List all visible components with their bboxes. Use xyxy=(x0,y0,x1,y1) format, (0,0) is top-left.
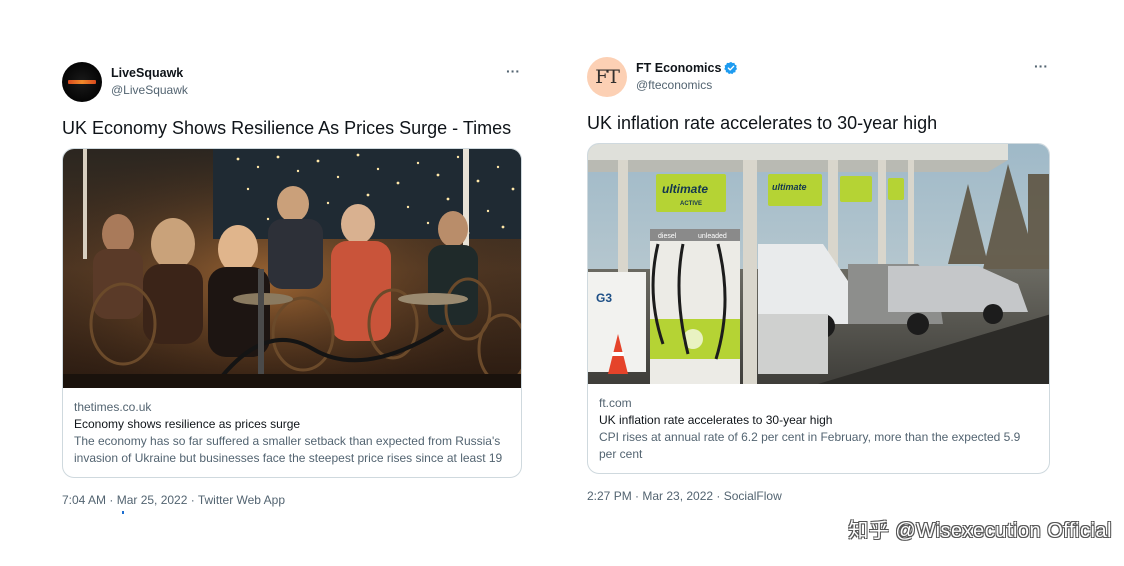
tweet-fteconomics[interactable]: FT FT Economics @fteconomics ··· UK infl… xyxy=(587,57,1050,504)
verified-badge-icon xyxy=(724,61,738,75)
tweet-timestamp[interactable]: 7:04 AM · Mar 25, 2022 · Twitter Web App xyxy=(62,492,522,508)
ft-logo-text: FT xyxy=(595,66,620,88)
petrol-station-photo: ultimate ACTIVE ultimate diesel unleaded xyxy=(588,144,1049,384)
watermark: 知乎 @Wisexecution Official xyxy=(848,520,1112,542)
user-handle[interactable]: @fteconomics xyxy=(636,77,738,93)
user-name[interactable]: FT Economics xyxy=(636,60,738,76)
pump-brand-label: ultimate xyxy=(662,182,708,196)
user-name-text[interactable]: LiveSquawk xyxy=(111,65,183,81)
tweet-livesquawk[interactable]: LiveSquawk @LiveSquawk ··· UK Economy Sh… xyxy=(62,62,522,508)
pump-diesel-label: diesel xyxy=(658,233,677,240)
tweet-text: UK Economy Shows Resilience As Prices Su… xyxy=(62,118,512,138)
user-info[interactable]: LiveSquawk @LiveSquawk xyxy=(111,65,188,98)
card-domain: ft.com xyxy=(599,396,632,410)
tweet-header: LiveSquawk @LiveSquawk ··· xyxy=(62,62,522,104)
avatar[interactable]: FT xyxy=(587,57,627,97)
user-name[interactable]: LiveSquawk xyxy=(111,65,188,81)
user-info[interactable]: FT Economics @fteconomics xyxy=(636,60,738,93)
cursor-marker xyxy=(122,511,124,514)
card-image[interactable]: ultimate ACTIVE ultimate diesel unleaded xyxy=(588,144,1049,384)
more-horizontal-icon[interactable]: ··· xyxy=(506,64,520,78)
pump-unleaded-label: unleaded xyxy=(698,233,727,240)
avatar[interactable] xyxy=(62,62,102,102)
card-meta[interactable]: thetimes.co.uk Economy shows resilience … xyxy=(63,388,521,477)
svg-text:G3: G3 xyxy=(596,291,612,305)
card-domain: thetimes.co.uk xyxy=(74,400,152,414)
pump-sub-label: ACTIVE xyxy=(680,201,702,207)
user-name-text[interactable]: FT Economics xyxy=(636,60,721,76)
card-title: UK inflation rate accelerates to 30-year… xyxy=(599,413,833,427)
card-description: CPI rises at annual rate of 6.2 per cent… xyxy=(599,430,1021,461)
card-title: Economy shows resilience as prices surge xyxy=(74,417,301,431)
tweet-timestamp[interactable]: 2:27 PM · Mar 23, 2022 · SocialFlow xyxy=(587,488,1050,504)
link-card[interactable]: ultimate ACTIVE ultimate diesel unleaded xyxy=(587,143,1050,474)
pump-brand-label-2: ultimate xyxy=(772,182,807,192)
tweet-text: UK inflation rate accelerates to 30-year… xyxy=(587,113,938,133)
tweet-header: FT FT Economics @fteconomics ··· xyxy=(587,57,1050,99)
livesquawk-logo-icon xyxy=(68,80,96,84)
card-meta[interactable]: ft.com UK inflation rate accelerates to … xyxy=(588,384,1049,473)
card-description: The economy has so far suffered a smalle… xyxy=(74,434,503,465)
tweet-comparison: LiveSquawk @LiveSquawk ··· UK Economy Sh… xyxy=(0,0,1124,566)
user-handle[interactable]: @LiveSquawk xyxy=(111,82,188,98)
outdoor-cafe-photo xyxy=(63,149,521,388)
link-card[interactable]: thetimes.co.uk Economy shows resilience … xyxy=(62,148,522,478)
more-horizontal-icon[interactable]: ··· xyxy=(1034,59,1048,73)
card-image[interactable] xyxy=(63,149,521,388)
